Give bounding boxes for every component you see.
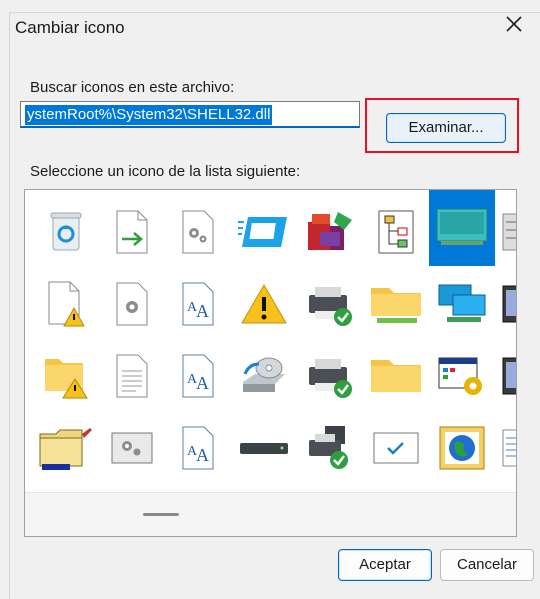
document-warning-icon[interactable] [33,270,99,338]
font-document-icon[interactable]: AA [165,270,231,338]
svg-text:A: A [196,301,209,321]
folder-warning-icon[interactable] [33,342,99,410]
browse-button[interactable]: Examinar... [386,113,506,143]
recycle-bin-icon[interactable] [33,198,99,266]
hard-drive-icon[interactable] [231,414,297,482]
checkbox-icon[interactable] [363,414,429,482]
dialog-title: Cambiar icono [15,18,125,37]
folder-icon[interactable] [363,342,429,410]
printer-ok-icon[interactable] [297,270,363,338]
shortcut-arrow-document-icon[interactable] [99,198,165,266]
settings-document-icon[interactable] [165,198,231,266]
tree-diagram-icon[interactable] [363,198,429,266]
svg-text:A: A [196,445,209,465]
server-icon[interactable] [495,342,516,410]
network-computers-icon[interactable] [429,270,495,338]
browse-highlight: Examinar... [365,98,519,153]
disc-drive-icon[interactable] [231,342,297,410]
ok-button[interactable]: Aceptar [338,549,432,581]
file-path-input[interactable]: ystemRoot%\System32\SHELL32.dll [20,101,360,128]
folder-note-icon[interactable] [33,414,99,482]
server-icon[interactable] [495,270,516,338]
warning-icon[interactable] [231,270,297,338]
file-path-text: ystemRoot%\System32\SHELL32.dll [25,105,273,125]
search-file-label: Buscar iconos en este archivo: [30,79,235,96]
horizontal-scrollbar[interactable] [25,492,516,536]
icon-list[interactable]: AA AA AA [24,189,517,537]
server-icon[interactable] [495,198,516,266]
printer-ok-icon[interactable] [297,342,363,410]
cancel-button[interactable]: Cancelar [440,549,534,581]
font-document-icon[interactable]: AA [165,414,231,482]
scrollbar-thumb[interactable] [143,513,179,516]
network-printer-icon[interactable] [297,414,363,482]
settings-document-icon[interactable] [99,270,165,338]
desktop-computer-icon[interactable] [429,190,495,266]
globe-icon[interactable] [429,414,495,482]
list-document-icon[interactable] [495,414,516,482]
font-document-icon[interactable]: AA [165,342,231,410]
close-icon[interactable] [502,12,526,36]
icon-list-label: Seleccione un icono de la lista siguient… [30,163,301,180]
text-document-icon[interactable] [99,342,165,410]
settings-window-icon[interactable] [99,414,165,482]
folder-network-icon[interactable] [363,270,429,338]
app-installer-icon[interactable] [297,198,363,266]
svg-text:A: A [196,373,209,393]
window-settings-icon[interactable] [429,342,495,410]
monitor-window-icon[interactable] [231,198,297,266]
